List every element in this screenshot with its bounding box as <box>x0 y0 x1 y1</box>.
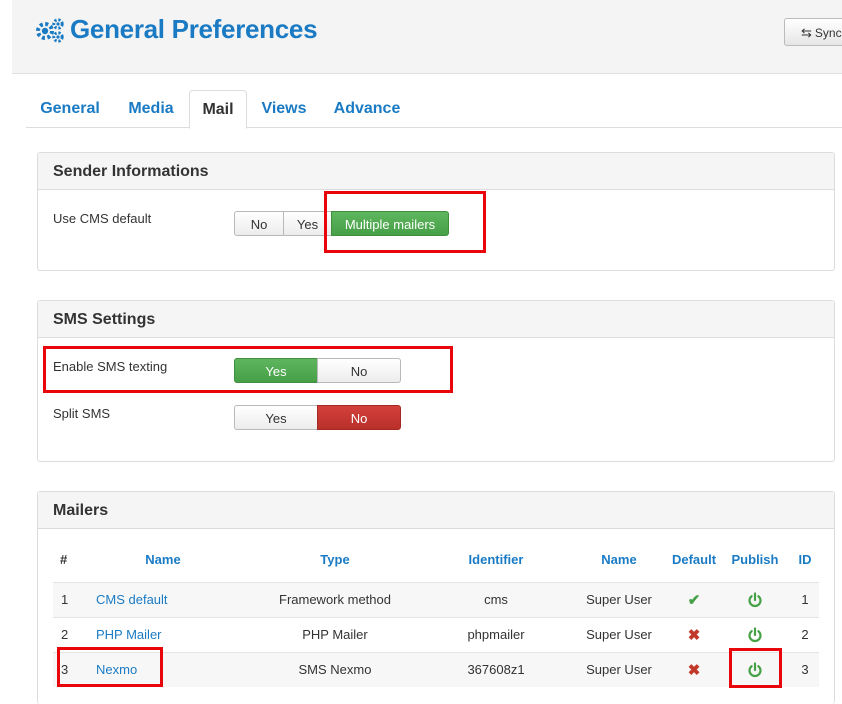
mailer-id: 1 <box>791 581 819 617</box>
highlight-enable-sms <box>43 346 453 393</box>
tab-media[interactable]: Media <box>114 90 188 128</box>
mailer-id: 2 <box>791 616 819 652</box>
tab-views[interactable]: Views <box>249 90 319 128</box>
default-cell[interactable]: ✖ <box>669 616 719 652</box>
mailer-type: Framework method <box>247 581 423 617</box>
split-sms-toggle: Yes No <box>234 405 401 430</box>
mailer-identifier: 367608z1 <box>423 651 569 687</box>
mailer-owner: Super User <box>569 616 669 652</box>
mailer-type: SMS Nexmo <box>247 651 423 687</box>
column-header-publish[interactable]: Publish <box>719 538 791 582</box>
tab-mail[interactable]: Mail <box>189 90 247 129</box>
publish-cell[interactable] <box>719 581 791 617</box>
page-header: General Preferences ⇆ Sync <box>12 0 842 74</box>
sms-heading: SMS Settings <box>38 301 834 338</box>
sync-label: Sync <box>814 26 842 40</box>
mailers-heading: Mailers <box>38 492 834 529</box>
split-sms-label: Split SMS <box>53 406 111 421</box>
page-title: General Preferences <box>70 14 318 44</box>
mailer-identifier: cms <box>423 581 569 617</box>
power-icon <box>748 627 762 642</box>
sender-heading: Sender Informations <box>38 153 834 190</box>
default-cell[interactable]: ✔ <box>669 581 719 617</box>
mailers-table: # Name Type Identifier Name Default Publ… <box>53 538 819 687</box>
checkmark-icon: ✔ <box>687 591 701 609</box>
mailer-id: 3 <box>791 651 819 687</box>
column-header-identifier[interactable]: Identifier <box>423 538 569 582</box>
column-header-owner[interactable]: Name <box>569 538 669 582</box>
mailer-owner: Super User <box>569 581 669 617</box>
sync-icon: ⇆ <box>801 25 812 40</box>
table-row: 3 Nexmo SMS Nexmo 367608z1 Super User ✖ … <box>53 651 819 687</box>
tab-advance[interactable]: Advance <box>321 90 413 128</box>
row-number: 1 <box>53 581 79 617</box>
mailer-owner: Super User <box>569 651 669 687</box>
column-header-number: # <box>60 552 68 568</box>
column-header-type[interactable]: Type <box>247 538 423 582</box>
cross-icon: ✖ <box>687 661 701 679</box>
column-header-name[interactable]: Name <box>79 538 247 582</box>
table-row: 2 PHP Mailer PHP Mailer phpmailer Super … <box>53 616 819 652</box>
gears-icon <box>36 18 64 43</box>
sync-button[interactable]: ⇆ Sync <box>784 18 842 46</box>
publish-cell[interactable] <box>719 616 791 652</box>
column-header-default[interactable]: Default <box>669 538 719 582</box>
cross-icon: ✖ <box>687 626 701 644</box>
mailer-name-link[interactable]: CMS default <box>79 581 247 617</box>
split-sms-no-button[interactable]: No <box>317 405 401 430</box>
highlight-multiple-mailers <box>324 191 486 253</box>
highlight-nexmo-name <box>57 647 163 687</box>
power-icon <box>748 592 762 607</box>
tab-bar: General Media Mail Views Advance <box>26 90 842 129</box>
table-row: 1 CMS default Framework method cms Super… <box>53 581 819 617</box>
column-header-id[interactable]: ID <box>791 538 819 582</box>
use-cms-default-label: Use CMS default <box>53 211 152 226</box>
default-cell[interactable]: ✖ <box>669 651 719 687</box>
mailer-type: PHP Mailer <box>247 616 423 652</box>
mailer-identifier: phpmailer <box>423 616 569 652</box>
tab-general[interactable]: General <box>26 90 114 128</box>
highlight-nexmo-publish <box>729 648 782 688</box>
split-sms-yes-button[interactable]: Yes <box>234 405 318 430</box>
option-no-button[interactable]: No <box>234 211 284 236</box>
